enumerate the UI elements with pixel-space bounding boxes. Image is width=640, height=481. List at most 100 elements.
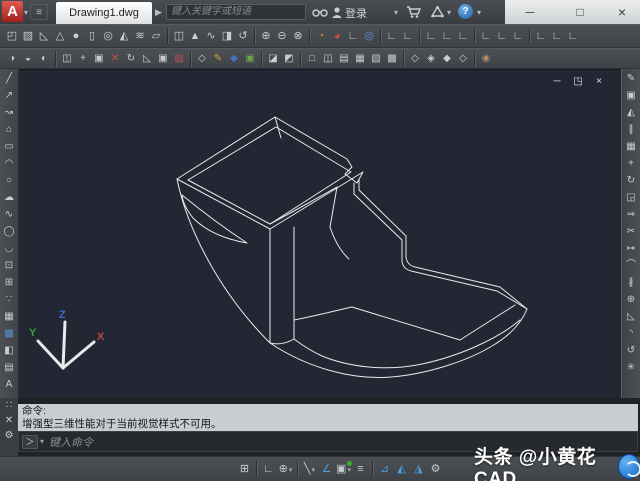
offset-icon[interactable]: ∥ <box>624 122 639 137</box>
isolate-end-icon[interactable]: ◇ <box>455 51 471 67</box>
vs-realistic-icon[interactable]: ▦ <box>352 51 368 67</box>
vs-shaded-icon[interactable]: ▩ <box>384 51 400 67</box>
color-edges-icon[interactable]: ◆ <box>226 51 242 67</box>
orbit-free-icon[interactable]: ◕ <box>329 27 345 45</box>
rotate-icon[interactable]: ↻ <box>624 173 639 188</box>
dropdown-arrow-icon[interactable]: ▾ <box>312 467 316 474</box>
convert-to-solid-icon[interactable]: ▣ <box>242 51 258 67</box>
helix-icon[interactable]: ≋ <box>132 27 148 45</box>
vs-wireframe-icon[interactable]: ◫ <box>320 51 336 67</box>
object-snap-icon[interactable]: ▣▾ <box>335 460 352 479</box>
copy-faces-icon[interactable]: ▣ <box>155 51 171 67</box>
chamfer-icon[interactable]: ◺ <box>624 309 639 324</box>
polysolid-icon[interactable]: ◰ <box>4 27 20 45</box>
search-binoculars-icon[interactable] <box>312 3 328 21</box>
ellipse-icon[interactable]: ◯ <box>2 224 17 239</box>
revolve-icon[interactable]: ↺ <box>235 27 251 45</box>
join-icon[interactable]: ⊕ <box>624 292 639 307</box>
orbit-constrained-icon[interactable]: ◔ <box>313 27 329 45</box>
render-icon[interactable]: ◉ <box>478 51 494 67</box>
app-menu-caret-icon[interactable]: ▾ <box>24 8 28 17</box>
offset-faces-icon[interactable]: ▣ <box>91 51 107 67</box>
color-faces-icon[interactable]: ▨ <box>171 51 187 67</box>
snap-mode-icon[interactable]: ∟ <box>260 460 277 479</box>
extend-icon[interactable]: ↦ <box>624 241 639 256</box>
text-icon[interactable]: A <box>2 377 17 392</box>
array-icon[interactable]: ▦ <box>624 139 639 154</box>
ucs-icon-toggle-icon[interactable]: ∟ <box>345 27 361 45</box>
annotation-scale-icon[interactable]: ◮ <box>410 460 427 479</box>
rotate-faces-icon[interactable]: ↻ <box>123 51 139 67</box>
section-plane-icon[interactable]: ◪ <box>265 51 281 67</box>
annotation-autoscale-icon[interactable]: ◭ <box>393 460 410 479</box>
ucs-face-icon[interactable]: ∟ <box>423 27 439 45</box>
stretch-icon[interactable]: ⇒ <box>624 207 639 222</box>
spline-icon[interactable]: ∿ <box>2 207 17 222</box>
annotation-visibility-icon[interactable]: ⊿ <box>376 460 393 479</box>
move-icon[interactable]: + <box>624 156 639 171</box>
command-window-close-icon[interactable]: ✕ <box>5 415 13 426</box>
trim-icon[interactable]: ✂ <box>624 224 639 239</box>
break-icon[interactable]: ∦ <box>624 275 639 290</box>
ucs-icon[interactable]: ∟ <box>384 27 400 45</box>
model-viewport-icon[interactable]: ⊞ <box>236 460 253 479</box>
rectangle-icon[interactable]: ▭ <box>2 139 17 154</box>
drawing-canvas[interactable]: ─ ◳ × <box>19 69 621 398</box>
scale-icon[interactable]: ◲ <box>624 190 639 205</box>
app-store-cart-icon[interactable] <box>406 3 422 21</box>
ucs-zaxis-icon[interactable]: ∟ <box>478 27 494 45</box>
command-prompt-icon[interactable]: ＞ <box>22 435 38 449</box>
union-icon[interactable]: ⊕ <box>258 27 274 45</box>
window-close-button[interactable]: × <box>607 0 637 24</box>
point-icon[interactable]: ∵ <box>2 292 17 307</box>
sweep-icon[interactable]: ∿ <box>203 27 219 45</box>
recent-commands-caret-icon[interactable]: ▾ <box>40 437 44 446</box>
imprint-edges-icon[interactable]: ✎ <box>210 51 226 67</box>
vs-2d-wireframe-icon[interactable]: □ <box>304 51 320 67</box>
extract-edges-icon[interactable]: ◇ <box>194 51 210 67</box>
login-button[interactable]: 登录 <box>345 5 367 21</box>
ucs-y-icon[interactable]: ∟ <box>533 27 549 45</box>
user-icon[interactable] <box>331 3 343 21</box>
gradient-icon[interactable]: ▩ <box>2 326 17 341</box>
3d-rotate-icon[interactable]: ↺ <box>624 343 639 358</box>
boolean-union-icon[interactable]: ◑ <box>4 51 20 67</box>
extrude-faces-icon[interactable]: ◫ <box>59 51 75 67</box>
ellipse-arc-icon[interactable]: ◡ <box>2 241 17 256</box>
copy-icon[interactable]: ▣ <box>624 88 639 103</box>
polygon-icon[interactable]: ⌂ <box>2 122 17 137</box>
ucs-named-icon[interactable]: ∟ <box>400 27 416 45</box>
vs-conceptual-icon[interactable]: ▧ <box>368 51 384 67</box>
ucs-apply-icon[interactable]: ∟ <box>565 27 581 45</box>
cylinder-icon[interactable]: ▯ <box>84 27 100 45</box>
ucs-3point-icon[interactable]: ∟ <box>494 27 510 45</box>
live-section-icon[interactable]: ◩ <box>281 51 297 67</box>
dropdown-arrow-icon[interactable]: ▾ <box>347 467 351 474</box>
vs-hidden-icon[interactable]: ▤ <box>336 51 352 67</box>
quick-access-toolbar-toggle[interactable]: ≡ <box>30 4 48 20</box>
ucs-x-icon[interactable]: ∟ <box>510 27 526 45</box>
command-window-grip[interactable]: ∷ <box>6 400 12 411</box>
help-icon[interactable]: ? <box>458 4 473 19</box>
construction-line-icon[interactable]: ↗ <box>2 88 17 103</box>
ucs-origin-icon[interactable]: ∟ <box>455 27 471 45</box>
revision-cloud-icon[interactable]: ☁ <box>2 190 17 205</box>
isometric-drafting-icon[interactable]: ∠ <box>318 460 335 479</box>
line-icon[interactable]: ╱ <box>2 71 17 86</box>
mirror-icon[interactable]: ◭ <box>624 105 639 120</box>
extrude-icon[interactable]: ◫ <box>171 27 187 45</box>
ucs-z-icon[interactable]: ∟ <box>549 27 565 45</box>
dropdown-arrow-icon[interactable]: ▾ <box>289 467 293 474</box>
help-search-input[interactable]: 键入关键字或短语 <box>166 4 306 20</box>
arc-icon[interactable]: ◠ <box>2 156 17 171</box>
insert-block-icon[interactable]: ⊡ <box>2 258 17 273</box>
polar-tracking-icon[interactable]: ╲▾ <box>301 460 318 479</box>
boolean-subtract-icon[interactable]: ◒ <box>20 51 36 67</box>
command-window-customize-icon[interactable]: ⚙ <box>5 430 14 441</box>
taper-faces-icon[interactable]: ◺ <box>139 51 155 67</box>
intersect-icon[interactable]: ⊗ <box>290 27 306 45</box>
boolean-intersect-icon[interactable]: ◐ <box>36 51 52 67</box>
app-menu-button[interactable]: A <box>2 1 23 22</box>
circle-icon[interactable]: ○ <box>2 173 17 188</box>
a360-caret-icon[interactable]: ▾ <box>447 8 451 17</box>
